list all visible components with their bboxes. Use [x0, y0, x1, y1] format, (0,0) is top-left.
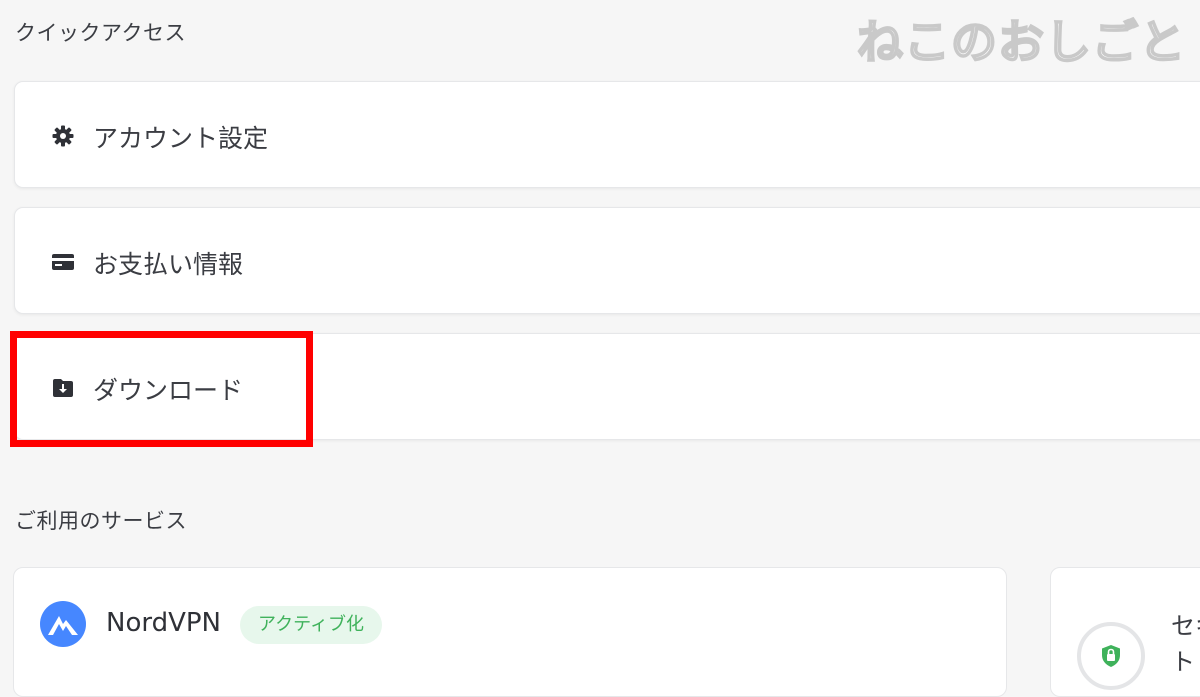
quick-access-title: クイックアクセス: [15, 21, 186, 45]
download-folder-icon: [51, 376, 75, 400]
services-title: ご利用のサービス: [15, 509, 187, 533]
quick-access-item-download[interactable]: ダウンロード: [14, 333, 1200, 440]
payment-info-label: お支払い情報: [93, 250, 244, 279]
service-card-nordvpn[interactable]: NordVPN アクティブ化: [13, 567, 1007, 697]
credit-card-icon: [51, 250, 75, 274]
quick-access-item-account-settings[interactable]: アカウント設定: [14, 81, 1200, 188]
account-settings-label: アカウント設定: [93, 124, 269, 153]
quick-access-item-payment-info[interactable]: お支払い情報: [14, 207, 1200, 314]
download-label: ダウンロード: [93, 376, 244, 405]
gear-icon: [51, 124, 75, 148]
service-card-security[interactable]: セキュリティ ト: [1050, 567, 1200, 697]
service-name: NordVPN: [106, 608, 222, 638]
shield-lock-icon: [1077, 622, 1145, 690]
status-badge[interactable]: アクティブ化: [240, 606, 383, 644]
nordvpn-logo-icon: [39, 600, 87, 648]
watermark: ねこのおしごと: [856, 14, 1186, 70]
service-name: セキュリティ ト: [1171, 612, 1200, 676]
